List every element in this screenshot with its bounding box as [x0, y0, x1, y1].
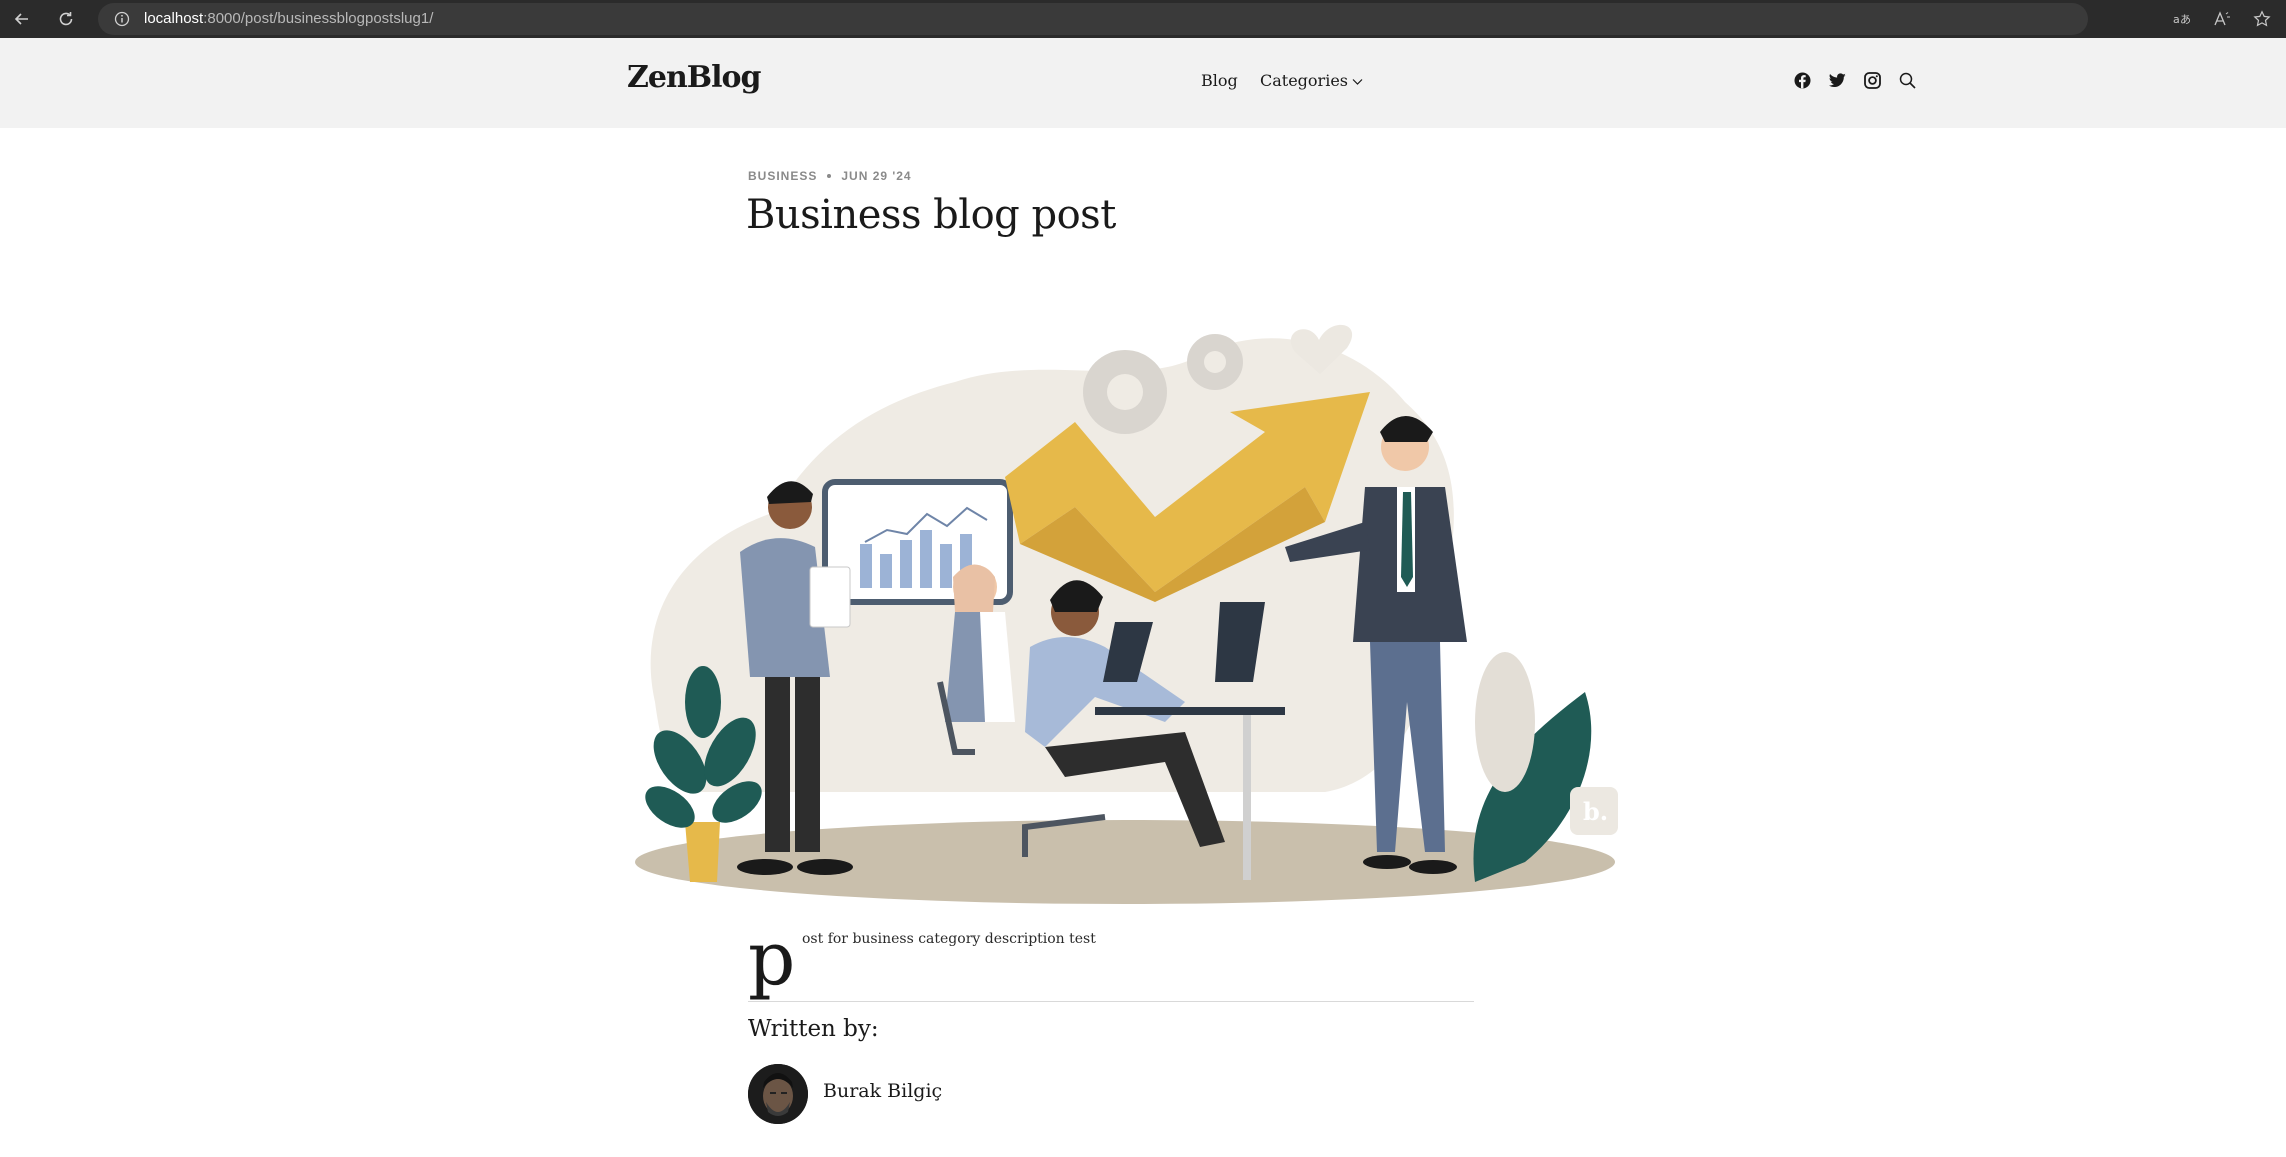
svg-text:あ: あ — [2180, 13, 2191, 26]
author-avatar[interactable] — [748, 1064, 808, 1124]
author-name-link[interactable]: Burak Bilgiç — [823, 1080, 942, 1102]
twitter-icon[interactable] — [1826, 69, 1848, 91]
site-logo[interactable]: ZenBlog — [627, 60, 762, 95]
favorite-star-icon[interactable] — [2248, 5, 2276, 33]
post-meta: BUSINESS JUN 29 '24 — [748, 169, 912, 183]
read-aloud-icon[interactable] — [2208, 5, 2236, 33]
site-info-icon[interactable] — [112, 9, 132, 29]
post-body-text: ost for business category description te… — [802, 931, 1096, 947]
reload-icon[interactable] — [52, 5, 80, 33]
content-divider — [748, 1001, 1474, 1002]
site-header: ZenBlog Blog Categories — [0, 38, 2286, 128]
browser-toolbar: localhost:8000/post/businessblogpostslug… — [0, 0, 2286, 38]
written-by-heading: Written by: — [748, 1016, 879, 1042]
watermark-logo: b. — [1583, 797, 1608, 826]
meta-separator-dot — [827, 174, 832, 178]
search-icon[interactable] — [1896, 69, 1918, 91]
url-host: localhost — [144, 10, 204, 27]
svg-text:a: a — [2173, 13, 2180, 26]
drop-cap: p — [748, 916, 796, 1002]
nav-categories-dropdown[interactable]: Categories — [1260, 71, 1363, 90]
url-text[interactable]: localhost:8000/post/businessblogpostslug… — [144, 10, 433, 27]
post-title: Business blog post — [746, 192, 1116, 238]
chevron-down-icon — [1352, 71, 1363, 90]
instagram-icon[interactable] — [1861, 69, 1883, 91]
post-category-link[interactable]: BUSINESS — [748, 169, 817, 183]
translate-icon[interactable]: aあ — [2168, 5, 2196, 33]
nav-blog-link[interactable]: Blog — [1201, 71, 1238, 90]
nav-categories-label: Categories — [1260, 71, 1348, 90]
facebook-icon[interactable] — [1791, 69, 1813, 91]
address-bar[interactable]: localhost:8000/post/businessblogpostslug… — [98, 3, 2088, 35]
post-hero-illustration: b. — [625, 282, 1625, 907]
post-date: JUN 29 '24 — [841, 169, 912, 183]
url-path: :8000/post/businessblogpostslug1/ — [203, 10, 434, 27]
back-icon[interactable] — [8, 5, 36, 33]
